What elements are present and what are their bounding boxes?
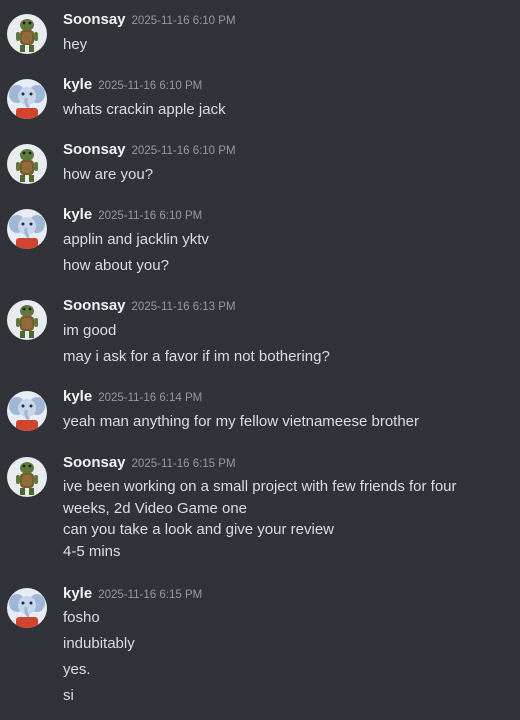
elephant-character-avatar-icon[interactable]	[7, 588, 47, 628]
frog-character-avatar-icon[interactable]	[7, 300, 47, 340]
frog-character-avatar-icon[interactable]	[7, 14, 47, 54]
message-text: hey	[63, 36, 88, 53]
author-name[interactable]: kyle	[63, 206, 92, 223]
chat-message-list: Soonsay 2025-11-16 6:10 PM hey kyle 2025-1…	[0, 0, 520, 720]
message-header: Soonsay 2025-11-16 6:13 PM	[63, 296, 236, 316]
message-header: Soonsay 2025-11-16 6:15 PM	[63, 453, 236, 473]
message-text: how about you?	[63, 257, 169, 274]
message-text: im good	[63, 322, 117, 339]
message-text: 4-5 mins	[63, 543, 121, 560]
author-name[interactable]: kyle	[63, 76, 92, 93]
elephant-character-avatar-icon[interactable]	[7, 79, 47, 119]
elephant-character-avatar-icon[interactable]	[7, 391, 47, 431]
message-timestamp[interactable]: 2025-11-16 6:10 PM	[132, 145, 236, 157]
message-text: yes.	[63, 661, 91, 678]
message-text: can you take a look and give your review	[63, 521, 334, 538]
message-text: may i ask for a favor if im not botherin…	[63, 348, 330, 365]
frog-character-avatar-icon[interactable]	[7, 457, 47, 497]
author-name[interactable]: Soonsay	[63, 11, 126, 28]
message-header: kyle 2025-11-16 6:10 PM	[63, 205, 202, 225]
message-timestamp[interactable]: 2025-11-16 6:15 PM	[98, 589, 202, 601]
message-text: si	[63, 687, 74, 704]
message-timestamp[interactable]: 2025-11-16 6:15 PM	[132, 458, 236, 470]
message-text: how are you?	[63, 166, 154, 183]
frog-character-avatar-icon[interactable]	[7, 144, 47, 184]
message-text: yeah man anything for my fellow vietname…	[63, 413, 420, 430]
author-name[interactable]: Soonsay	[63, 141, 126, 158]
message-timestamp[interactable]: 2025-11-16 6:10 PM	[98, 80, 202, 92]
message-timestamp[interactable]: 2025-11-16 6:13 PM	[132, 301, 236, 313]
author-name[interactable]: kyle	[63, 388, 92, 405]
author-name[interactable]: Soonsay	[63, 297, 126, 314]
message-timestamp[interactable]: 2025-11-16 6:10 PM	[98, 210, 202, 222]
elephant-character-avatar-icon[interactable]	[7, 209, 47, 249]
message-header: kyle 2025-11-16 6:15 PM	[63, 584, 202, 604]
author-name[interactable]: kyle	[63, 585, 92, 602]
message-timestamp[interactable]: 2025-11-16 6:10 PM	[132, 15, 236, 27]
message-text: applin and jacklin yktv	[63, 231, 209, 248]
message-text: ive been working on a small project with…	[63, 478, 461, 517]
message-header: Soonsay 2025-11-16 6:10 PM	[63, 10, 236, 30]
message-header: kyle 2025-11-16 6:10 PM	[63, 75, 202, 95]
message-header: kyle 2025-11-16 6:14 PM	[63, 387, 202, 407]
message-text: fosho	[63, 609, 100, 626]
message-header: Soonsay 2025-11-16 6:10 PM	[63, 140, 236, 160]
message-text: indubitably	[63, 635, 135, 652]
author-name[interactable]: Soonsay	[63, 454, 126, 471]
message-text: whats crackin apple jack	[63, 101, 226, 118]
message-timestamp[interactable]: 2025-11-16 6:14 PM	[98, 392, 202, 404]
